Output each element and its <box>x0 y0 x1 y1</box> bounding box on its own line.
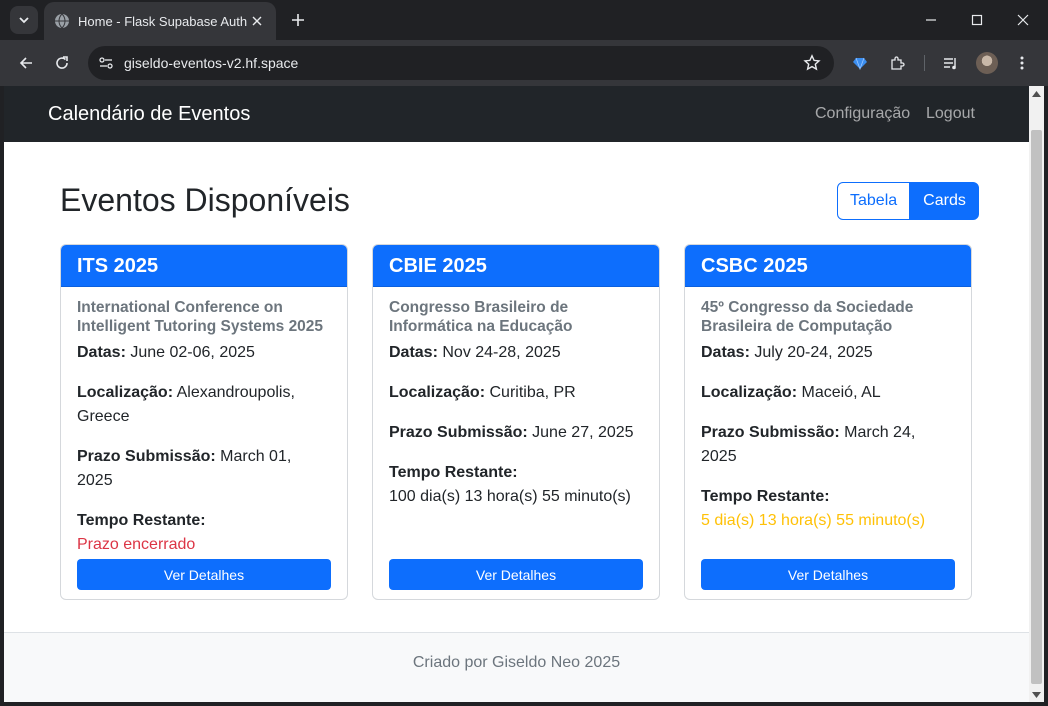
remaining-time: 100 dia(s) 13 hora(s) 55 minuto(s) <box>389 488 631 505</box>
arrow-left-icon <box>19 57 32 69</box>
event-deadline: Prazo Submissão: March 24, 2025 <box>701 421 955 469</box>
reload-button[interactable] <box>48 49 76 77</box>
nav-link-logout[interactable]: Logout <box>926 105 975 123</box>
event-name: 45º Congresso da Sociedade Brasileira de… <box>701 299 914 335</box>
gem-icon <box>853 57 867 71</box>
event-card-title: ITS 2025 <box>61 245 347 287</box>
back-button[interactable] <box>12 49 40 77</box>
table-view-button[interactable]: Tabela <box>837 182 911 220</box>
close-icon <box>1017 14 1029 26</box>
scrollbar-thumb[interactable] <box>1031 130 1042 684</box>
window-frame-left <box>0 86 4 706</box>
dates-value: July 20-24, 2025 <box>754 344 873 361</box>
profile-avatar[interactable] <box>976 52 998 74</box>
scroll-up-icon[interactable] <box>1032 89 1041 98</box>
page-scrollbar[interactable] <box>1029 86 1044 702</box>
maximize-button[interactable] <box>954 0 1000 40</box>
minimize-button[interactable] <box>908 0 954 40</box>
remaining-label: Tempo Restante: <box>389 464 518 481</box>
location-label: Localização: <box>77 384 174 401</box>
details-button[interactable]: Ver Detalhes <box>389 559 643 590</box>
view-toggle-group: Tabela Cards <box>837 182 979 220</box>
event-name: International Conference on Intelligent … <box>77 299 324 335</box>
location-value: Curitiba, PR <box>489 384 576 401</box>
page-title: Eventos Disponíveis <box>60 182 350 218</box>
remaining-time: Prazo encerrado <box>77 536 196 553</box>
puzzle-icon <box>891 56 905 70</box>
tab-title: Home - Flask Supabase Auth <box>78 13 248 29</box>
maximize-icon <box>971 14 983 26</box>
event-name: Congresso Brasileiro de Informática na E… <box>389 299 573 335</box>
minimize-icon <box>926 19 936 21</box>
reload-icon <box>56 56 68 69</box>
site-info-icon[interactable] <box>92 49 120 77</box>
event-card: CSBC 2025 45º Congresso da Sociedade Bra… <box>684 244 972 600</box>
event-location: Localização: Alexandroupolis, Greece <box>77 381 331 429</box>
deadline-label: Prazo Submissão: <box>389 424 528 441</box>
toolbar-separator <box>924 55 925 71</box>
event-card: ITS 2025 International Conference on Int… <box>60 244 348 600</box>
page-viewport: Calendário de Eventos Configuração Logou… <box>4 86 1029 702</box>
new-tab-button[interactable] <box>284 6 312 34</box>
remaining-label: Tempo Restante: <box>701 488 830 505</box>
globe-icon <box>54 13 70 29</box>
more-vertical-icon <box>1020 56 1024 70</box>
event-card-title: CSBC 2025 <box>685 245 971 287</box>
address-bar[interactable]: giseldo-eventos-v2.hf.space <box>88 46 834 80</box>
scroll-down-icon[interactable] <box>1032 690 1041 699</box>
event-dates: Datas: Nov 24-28, 2025 <box>389 341 643 365</box>
deadline-label: Prazo Submissão: <box>701 424 840 441</box>
event-deadline: Prazo Submissão: March 01, 2025 <box>77 445 331 493</box>
playlist-icon <box>944 58 956 70</box>
extensions-button[interactable] <box>883 49 911 77</box>
event-deadline: Prazo Submissão: June 27, 2025 <box>389 421 643 445</box>
footer: Criado por Giseldo Neo 2025 <box>4 632 1029 702</box>
event-location: Localização: Maceió, AL <box>701 381 955 405</box>
close-window-button[interactable] <box>1000 0 1046 40</box>
dates-value: June 02-06, 2025 <box>130 344 255 361</box>
event-dates: Datas: June 02-06, 2025 <box>77 341 331 365</box>
browser-menu-button[interactable] <box>1008 49 1036 77</box>
dates-label: Datas: <box>77 344 126 361</box>
tab-close-icon[interactable] <box>248 12 266 30</box>
location-value: Maceió, AL <box>801 384 881 401</box>
navbar-brand[interactable]: Calendário de Eventos <box>48 103 250 126</box>
dates-label: Datas: <box>389 344 438 361</box>
dates-value: Nov 24-28, 2025 <box>442 344 561 361</box>
bookmark-star-icon[interactable] <box>798 49 826 77</box>
details-button[interactable]: Ver Detalhes <box>701 559 955 590</box>
media-button[interactable] <box>937 49 965 77</box>
url-text: giseldo-eventos-v2.hf.space <box>124 55 299 71</box>
event-card: CBIE 2025 Congresso Brasileiro de Inform… <box>372 244 660 600</box>
nav-link-configuracao[interactable]: Configuração <box>815 105 910 123</box>
chevron-down-icon <box>19 17 29 24</box>
plus-icon <box>292 14 304 26</box>
navbar: Calendário de Eventos Configuração Logou… <box>4 86 1029 142</box>
browser-tab-bar: Home - Flask Supabase Auth <box>0 0 1048 40</box>
event-dates: Datas: July 20-24, 2025 <box>701 341 955 365</box>
deadline-value: June 27, 2025 <box>532 424 634 441</box>
extension-gem-button[interactable] <box>846 49 874 77</box>
browser-tab[interactable]: Home - Flask Supabase Auth <box>44 2 276 40</box>
location-label: Localização: <box>389 384 486 401</box>
tab-search-button[interactable] <box>10 6 38 34</box>
browser-toolbar: giseldo-eventos-v2.hf.space <box>0 40 1048 86</box>
event-location: Localização: Curitiba, PR <box>389 381 643 405</box>
cards-view-button[interactable]: Cards <box>910 182 979 220</box>
footer-text: Criado por Giseldo Neo 2025 <box>412 654 621 671</box>
details-button[interactable]: Ver Detalhes <box>77 559 331 590</box>
event-card-title: CBIE 2025 <box>373 245 659 287</box>
window-frame-bottom <box>0 702 1048 706</box>
remaining-time: 5 dia(s) 13 hora(s) 55 minuto(s) <box>701 512 926 529</box>
dates-label: Datas: <box>701 344 750 361</box>
deadline-label: Prazo Submissão: <box>77 448 216 465</box>
location-label: Localização: <box>701 384 798 401</box>
remaining-label: Tempo Restante: <box>77 512 206 529</box>
window-frame-right <box>1044 86 1048 706</box>
